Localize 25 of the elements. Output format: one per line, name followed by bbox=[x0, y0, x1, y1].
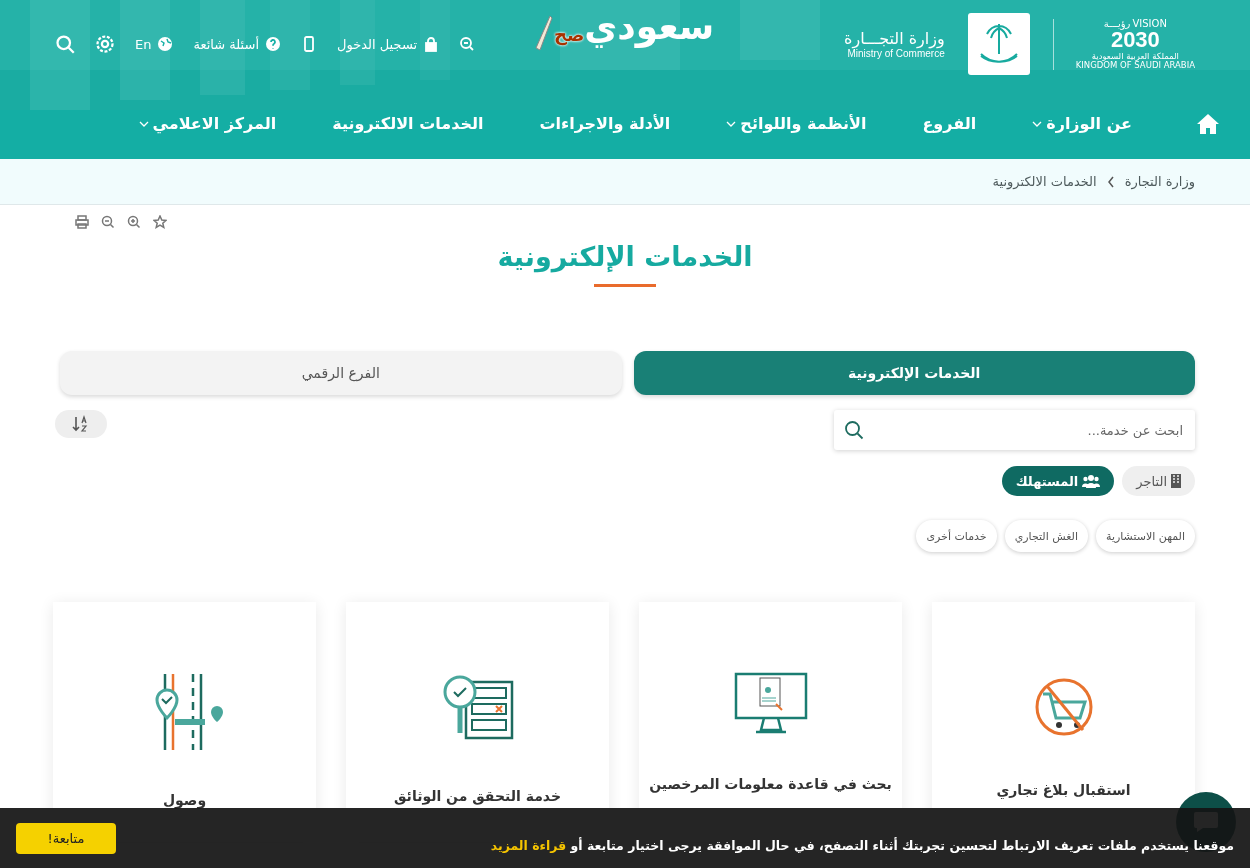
vision-arabic-label: رؤيـــة bbox=[1103, 18, 1131, 29]
service-title: وصول bbox=[162, 792, 207, 808]
kingdom-arabic-label: المملكة العربية السعودية bbox=[1091, 51, 1179, 60]
breadcrumb-link[interactable]: وزارة التجارة bbox=[1124, 174, 1195, 189]
search-field[interactable]: ابحث عن خدمة... bbox=[834, 410, 1195, 450]
page-title: الخدمات الإلكترونية bbox=[497, 241, 753, 272]
audience-filter[interactable]: التاجر bbox=[1122, 466, 1195, 496]
breadcrumb-link[interactable]: الخدمات الالكترونية bbox=[992, 174, 1097, 189]
ministry-latin-name: Ministry of Commerce bbox=[847, 48, 945, 59]
vision-label: VISION bbox=[1132, 18, 1167, 29]
service-title: خدمة التحقق من الوثائق bbox=[394, 788, 561, 804]
service-title: بحث في قاعدة معلومات المرخصين bbox=[649, 776, 892, 792]
campaign-logo-accent: صح bbox=[553, 24, 585, 45]
category-filter[interactable]: المهن الاستشارية bbox=[1096, 520, 1195, 552]
vision-year: 2030 bbox=[1110, 28, 1160, 51]
campaign-logo-text: سعودي bbox=[584, 6, 715, 47]
tab[interactable]: الفرع الرقمي bbox=[60, 351, 622, 395]
kingdom-label: KINGDOM OF SAUDI ARABIA bbox=[1075, 61, 1195, 70]
category-filter[interactable]: خدمات أخرى bbox=[916, 520, 997, 552]
service-title: استقبال بلاغ تجاري bbox=[996, 782, 1131, 798]
category-filter[interactable]: الغش التجاري bbox=[1004, 520, 1088, 552]
ministry-name: وزارة التجـــارة bbox=[844, 29, 945, 48]
continue-button[interactable]: متابعة! bbox=[16, 822, 116, 854]
audience-filter[interactable]: المستهلك bbox=[1001, 466, 1115, 496]
tab[interactable]: الخدمات الإلكترونية bbox=[633, 351, 1195, 395]
